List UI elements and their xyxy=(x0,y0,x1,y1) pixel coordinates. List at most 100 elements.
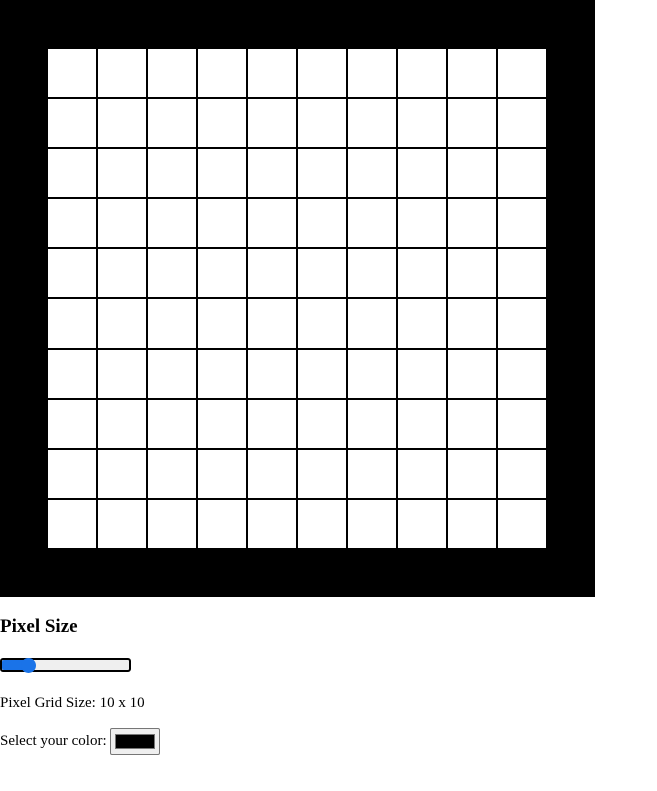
pixel-cell[interactable] xyxy=(148,299,196,348)
pixel-cell[interactable] xyxy=(198,449,246,498)
pixel-cell[interactable] xyxy=(298,449,346,498)
pixel-cell[interactable] xyxy=(298,299,346,348)
slider-thumb[interactable] xyxy=(21,658,36,673)
pixel-cell[interactable] xyxy=(348,49,396,98)
pixel-cell[interactable] xyxy=(348,99,396,148)
pixel-cell[interactable] xyxy=(448,199,496,248)
pixel-cell[interactable] xyxy=(248,299,296,348)
pixel-cell[interactable] xyxy=(98,499,146,548)
pixel-cell[interactable] xyxy=(248,399,296,448)
pixel-cell[interactable] xyxy=(248,99,296,148)
pixel-cell[interactable] xyxy=(48,49,96,98)
pixel-cell[interactable] xyxy=(98,199,146,248)
pixel-cell[interactable] xyxy=(348,399,396,448)
pixel-cell[interactable] xyxy=(148,199,196,248)
pixel-cell[interactable] xyxy=(198,49,246,98)
pixel-cell[interactable] xyxy=(148,349,196,398)
pixel-cell[interactable] xyxy=(148,99,196,148)
pixel-cell[interactable] xyxy=(198,499,246,548)
pixel-cell[interactable] xyxy=(148,499,196,548)
pixel-cell[interactable] xyxy=(48,349,96,398)
pixel-cell[interactable] xyxy=(448,499,496,548)
pixel-cell[interactable] xyxy=(198,199,246,248)
pixel-cell[interactable] xyxy=(48,199,96,248)
pixel-cell[interactable] xyxy=(248,349,296,398)
pixel-cell[interactable] xyxy=(498,299,546,348)
pixel-cell[interactable] xyxy=(298,499,346,548)
pixel-cell[interactable] xyxy=(448,49,496,98)
pixel-cell[interactable] xyxy=(98,249,146,298)
pixel-cell[interactable] xyxy=(398,199,446,248)
pixel-cell[interactable] xyxy=(448,249,496,298)
pixel-cell[interactable] xyxy=(98,299,146,348)
pixel-cell[interactable] xyxy=(348,249,396,298)
pixel-cell[interactable] xyxy=(398,499,446,548)
pixel-cell[interactable] xyxy=(348,349,396,398)
pixel-cell[interactable] xyxy=(398,99,446,148)
pixel-cell[interactable] xyxy=(348,199,396,248)
pixel-cell[interactable] xyxy=(498,149,546,198)
pixel-cell[interactable] xyxy=(298,49,346,98)
pixel-cell[interactable] xyxy=(448,149,496,198)
pixel-cell[interactable] xyxy=(498,449,546,498)
pixel-cell[interactable] xyxy=(98,149,146,198)
pixel-cell[interactable] xyxy=(98,449,146,498)
pixel-cell[interactable] xyxy=(248,449,296,498)
pixel-cell[interactable] xyxy=(248,49,296,98)
pixel-cell[interactable] xyxy=(148,249,196,298)
pixel-cell[interactable] xyxy=(198,399,246,448)
pixel-cell[interactable] xyxy=(248,249,296,298)
pixel-cell[interactable] xyxy=(348,449,396,498)
pixel-cell[interactable] xyxy=(98,399,146,448)
pixel-cell[interactable] xyxy=(298,199,346,248)
pixel-cell[interactable] xyxy=(48,499,96,548)
pixel-cell[interactable] xyxy=(498,349,546,398)
pixel-cell[interactable] xyxy=(498,99,546,148)
pixel-cell[interactable] xyxy=(198,299,246,348)
pixel-cell[interactable] xyxy=(98,49,146,98)
pixel-cell[interactable] xyxy=(448,349,496,398)
pixel-cell[interactable] xyxy=(148,149,196,198)
pixel-cell[interactable] xyxy=(398,349,446,398)
pixel-cell[interactable] xyxy=(448,399,496,448)
pixel-cell[interactable] xyxy=(148,49,196,98)
pixel-cell[interactable] xyxy=(498,199,546,248)
pixel-cell[interactable] xyxy=(248,149,296,198)
pixel-cell[interactable] xyxy=(48,449,96,498)
pixel-cell[interactable] xyxy=(448,449,496,498)
pixel-cell[interactable] xyxy=(198,99,246,148)
pixel-cell[interactable] xyxy=(98,99,146,148)
pixel-cell[interactable] xyxy=(448,99,496,148)
color-picker[interactable] xyxy=(109,728,160,755)
pixel-cell[interactable] xyxy=(198,249,246,298)
pixel-cell[interactable] xyxy=(498,49,546,98)
pixel-cell[interactable] xyxy=(198,349,246,398)
pixel-cell[interactable] xyxy=(48,99,96,148)
pixel-cell[interactable] xyxy=(48,399,96,448)
pixel-cell[interactable] xyxy=(498,249,546,298)
pixel-cell[interactable] xyxy=(398,399,446,448)
pixel-cell[interactable] xyxy=(348,299,396,348)
pixel-cell[interactable] xyxy=(298,149,346,198)
pixel-cell[interactable] xyxy=(48,249,96,298)
pixel-cell[interactable] xyxy=(248,499,296,548)
pixel-cell[interactable] xyxy=(298,399,346,448)
pixel-cell[interactable] xyxy=(48,299,96,348)
pixel-cell[interactable] xyxy=(148,449,196,498)
pixel-cell[interactable] xyxy=(98,349,146,398)
pixel-cell[interactable] xyxy=(398,249,446,298)
pixel-cell[interactable] xyxy=(498,499,546,548)
pixel-size-slider[interactable] xyxy=(0,657,131,674)
pixel-cell[interactable] xyxy=(498,399,546,448)
pixel-cell[interactable] xyxy=(248,199,296,248)
pixel-cell[interactable] xyxy=(298,349,346,398)
pixel-cell[interactable] xyxy=(148,399,196,448)
pixel-cell[interactable] xyxy=(398,449,446,498)
pixel-cell[interactable] xyxy=(198,149,246,198)
pixel-cell[interactable] xyxy=(398,49,446,98)
pixel-cell[interactable] xyxy=(348,499,396,548)
pixel-cell[interactable] xyxy=(448,299,496,348)
pixel-cell[interactable] xyxy=(398,149,446,198)
pixel-cell[interactable] xyxy=(298,249,346,298)
pixel-cell[interactable] xyxy=(398,299,446,348)
